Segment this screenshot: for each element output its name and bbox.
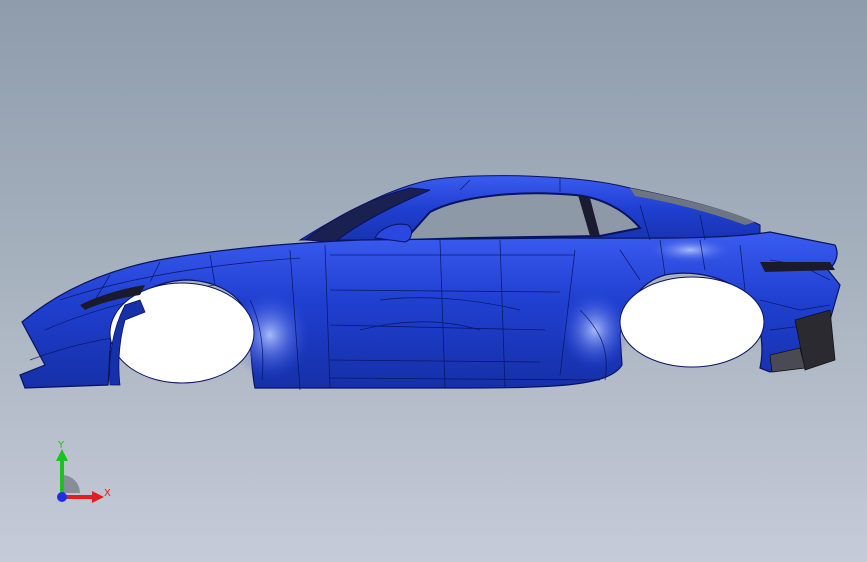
x-axis-label: X (104, 488, 111, 499)
z-axis-origin (57, 492, 67, 502)
rear-wheel-arch (619, 276, 765, 368)
axis-triad[interactable]: Y X (40, 435, 130, 520)
triad-quadrant (62, 475, 80, 493)
y-axis-label: Y (57, 440, 65, 451)
x-axis-arrow (92, 491, 104, 503)
car-body-model[interactable] (0, 0, 867, 562)
body-highlight (645, 236, 735, 264)
front-wheel-arch (109, 282, 255, 384)
body-highlight (560, 290, 630, 370)
graphics-viewport[interactable]: Y X (0, 0, 867, 562)
